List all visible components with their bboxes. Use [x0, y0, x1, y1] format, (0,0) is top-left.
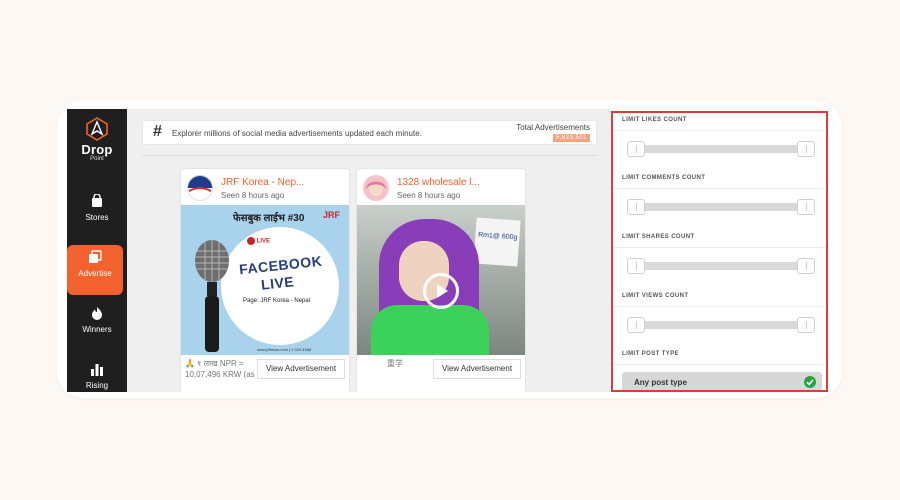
divider: [613, 364, 826, 365]
slider-max-handle[interactable]: [797, 258, 815, 274]
slider-min-handle[interactable]: [627, 141, 645, 157]
logo-word: Drop: [81, 142, 113, 157]
avatar: [187, 175, 213, 201]
bar-chart-icon: [91, 364, 103, 376]
slider-max-handle[interactable]: [797, 199, 815, 215]
sidebar-item-rising[interactable]: Rising: [67, 357, 127, 392]
divider: [613, 130, 826, 131]
views-range-slider[interactable]: [627, 317, 817, 333]
ad-caption: 🙏 १ लाख NPR = 10,07,496 KRW (as: [185, 359, 255, 379]
media-headline: फेसबुक लाईभ #30: [233, 213, 305, 224]
media-page-line: Page: JRF Korea - Nepal: [243, 298, 311, 304]
play-button[interactable]: [423, 273, 459, 309]
play-icon: [437, 284, 448, 298]
info-banner: # Explorer millions of social media adve…: [142, 120, 597, 145]
shopping-bag-icon: [92, 194, 102, 207]
slider-min-handle[interactable]: [627, 199, 645, 215]
flame-icon: [92, 307, 102, 320]
avatar: [363, 175, 389, 201]
comments-filter-label: LIMIT COMMENTS COUNT: [622, 175, 706, 181]
banner-text: Explorer millions of social media advert…: [172, 129, 422, 138]
hash-icon: #: [153, 123, 162, 140]
slider-track: [635, 145, 807, 153]
slider-max-handle[interactable]: [797, 141, 815, 157]
live-tag-text: LIVE: [256, 238, 271, 245]
logo-sub: Point: [90, 156, 104, 162]
ad-image[interactable]: फेसबुक लाईभ #30 JRF LIVE FACEBOOK LIVE P…: [181, 205, 349, 355]
shares-range-slider[interactable]: [627, 258, 817, 274]
advertiser-name[interactable]: 1328 wholesale l...: [397, 177, 480, 188]
microphone-icon: [195, 240, 229, 352]
play-icon: [247, 237, 255, 245]
sidebar-item-stores[interactable]: Stores: [67, 189, 127, 239]
likes-filter-label: LIMIT LIKES COUNT: [622, 117, 687, 123]
advertiser-name[interactable]: JRF Korea - Nep...: [221, 177, 304, 188]
ad-card[interactable]: JRF Korea - Nep... Seen 8 hours ago फेसब…: [180, 168, 350, 392]
comments-range-slider[interactable]: [627, 199, 817, 215]
ad-card[interactable]: 1328 wholesale l... Seen 8 hours ago Rm1…: [356, 168, 526, 392]
total-ads-label: Total Advertisements: [516, 123, 590, 132]
layers-icon: [89, 250, 102, 263]
sidebar: Drop Point Stores Advertise Winners Risi…: [67, 109, 127, 392]
sidebar-item-label: Stores: [85, 213, 109, 222]
views-filter-label: LIMIT VIEWS COUNT: [622, 293, 689, 299]
logo-icon: [86, 117, 108, 141]
divider: [613, 188, 826, 189]
slider-track: [635, 321, 807, 329]
person-shirt: [371, 305, 489, 355]
slider-track: [635, 203, 807, 211]
price-sign: [473, 217, 521, 267]
media-brand: JRF: [323, 210, 341, 220]
total-ads-count: 5,623,501: [552, 134, 590, 142]
likes-range-slider[interactable]: [627, 141, 817, 157]
slider-track: [635, 262, 807, 270]
main-content: # Explorer millions of social media adve…: [127, 109, 610, 392]
sidebar-item-label: Advertise: [78, 269, 112, 278]
divider: [613, 306, 826, 307]
seen-time: Seen 8 hours ago: [221, 191, 285, 200]
slider-min-handle[interactable]: [627, 258, 645, 274]
view-advertisement-button[interactable]: View Advertisement: [433, 359, 521, 379]
live-tag: LIVE: [247, 237, 270, 245]
shares-filter-label: LIMIT SHARES COUNT: [622, 234, 695, 240]
media-title-2: LIVE: [260, 273, 295, 293]
post-type-filter-label: LIMIT POST TYPE: [622, 351, 680, 357]
logo[interactable]: Drop Point: [67, 117, 127, 163]
filters-panel: LIMIT LIKES COUNT LIMIT COMMENTS COUNT L…: [611, 111, 828, 392]
ad-video[interactable]: Rm1@ 600g: [357, 205, 525, 355]
sidebar-item-label: Rising: [85, 381, 109, 390]
media-footer: www.jrfnews.com | 1 023 4588: [257, 347, 312, 352]
post-type-option[interactable]: Any post type: [622, 372, 822, 390]
post-type-value: Any post type: [634, 378, 687, 387]
slider-min-handle[interactable]: [627, 317, 645, 333]
app-window: Drop Point Stores Advertise Winners Risi…: [57, 100, 842, 398]
divider: [613, 247, 826, 248]
divider: [142, 155, 597, 156]
sidebar-item-advertise[interactable]: Advertise: [67, 245, 123, 295]
view-advertisement-button[interactable]: View Advertisement: [257, 359, 345, 379]
sidebar-item-label: Winners: [82, 325, 112, 334]
slider-max-handle[interactable]: [797, 317, 815, 333]
seen-time: Seen 8 hours ago: [397, 191, 461, 200]
sidebar-item-winners[interactable]: Winners: [67, 301, 127, 351]
checkmark-icon: [804, 376, 816, 388]
